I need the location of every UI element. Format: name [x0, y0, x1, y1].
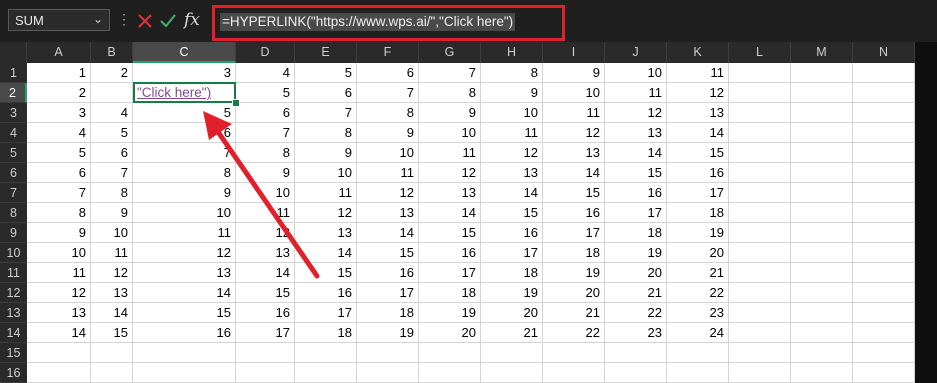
- red-arrow-annotation: [203, 111, 320, 279]
